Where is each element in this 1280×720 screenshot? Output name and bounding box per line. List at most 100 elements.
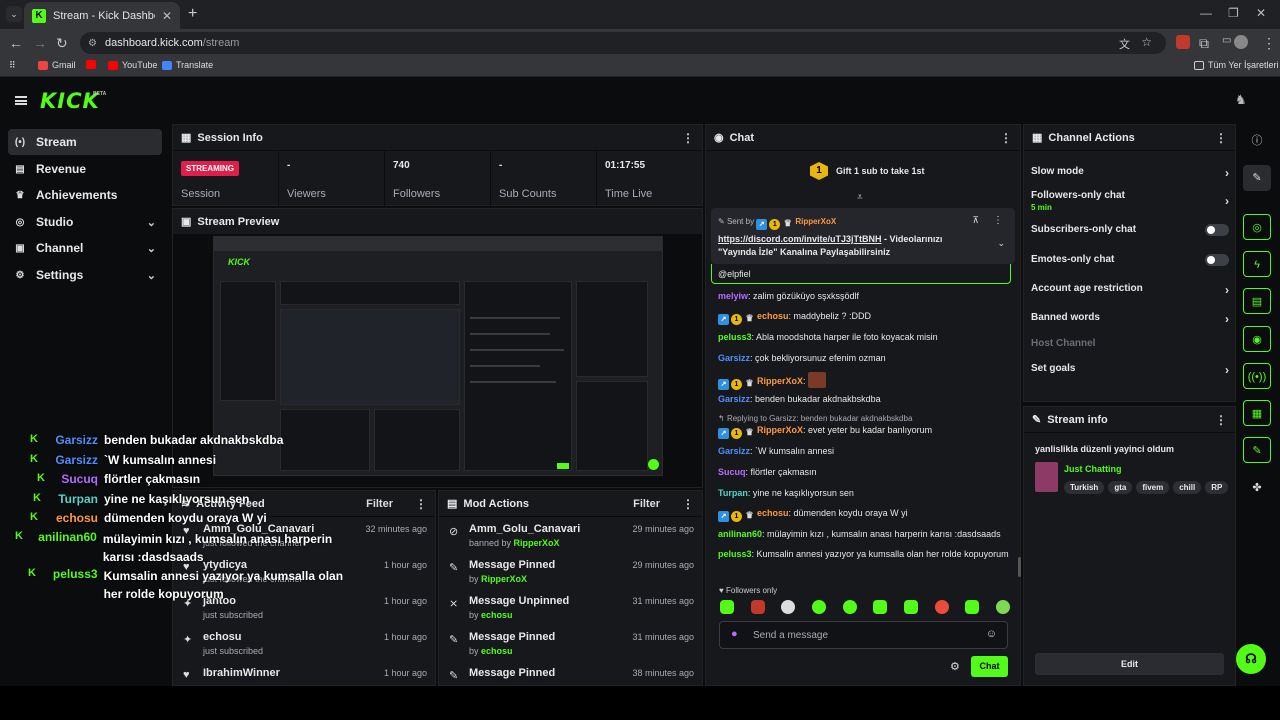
emote-icon[interactable] bbox=[965, 600, 980, 614]
more-options-icon[interactable]: ⋮ bbox=[682, 497, 694, 511]
sidebar-item-achievements[interactable]: ♛ Achievements bbox=[8, 182, 162, 208]
activity-row: ♥ IbrahimWinner 1 hour ago bbox=[183, 667, 427, 681]
reload-icon[interactable]: ↻ bbox=[56, 35, 68, 52]
chat-scrollbar[interactable] bbox=[1018, 557, 1021, 577]
expand-pinned-icon[interactable]: ⌄ bbox=[997, 238, 1005, 249]
more-options-icon[interactable]: ⋮ bbox=[993, 215, 1003, 226]
shapes-icon[interactable]: ✤ bbox=[1243, 475, 1271, 501]
category-name[interactable]: Just Chatting bbox=[1064, 464, 1122, 474]
discord-link[interactable]: https://discord.com/invite/uTJ3jTtBNH bbox=[718, 234, 882, 244]
chat-message: Sucuq: flörtler çakmasın bbox=[718, 467, 817, 477]
layout-icon[interactable]: ▦ bbox=[1243, 400, 1271, 426]
emote-icon[interactable] bbox=[811, 600, 826, 614]
pin-icon[interactable]: ⊼ bbox=[972, 215, 979, 226]
close-window-icon[interactable]: ✕ bbox=[1256, 6, 1266, 20]
more-options-icon[interactable]: ⋮ bbox=[415, 497, 427, 511]
profile-avatar[interactable] bbox=[1234, 35, 1248, 49]
more-options-icon[interactable]: ⋮ bbox=[1215, 413, 1227, 427]
document-icon[interactable]: ▤ bbox=[1243, 288, 1271, 314]
close-tab-icon[interactable]: ✕ bbox=[162, 9, 172, 23]
user-avatar-icon[interactable]: ♞ bbox=[1235, 92, 1249, 108]
sidebar-item-settings[interactable]: ⚙ Settings ⌄ bbox=[8, 262, 162, 288]
broadcast-icon[interactable]: ((•)) bbox=[1243, 363, 1271, 389]
maximize-icon[interactable]: ❐ bbox=[1228, 6, 1239, 20]
ban-icon: ⊘ bbox=[449, 526, 459, 538]
wrench-icon[interactable]: ✎ bbox=[1243, 437, 1271, 463]
adblock-extension-icon[interactable] bbox=[1176, 35, 1190, 49]
more-options-icon[interactable]: ⋮ bbox=[1215, 131, 1227, 145]
more-options-icon[interactable]: ⋮ bbox=[682, 131, 694, 145]
preview-line bbox=[470, 333, 550, 335]
collapse-pinned-icon[interactable]: ⩡ bbox=[857, 192, 863, 203]
edit-stream-info-button[interactable]: Edit bbox=[1035, 653, 1224, 675]
back-icon[interactable]: ← bbox=[9, 35, 23, 51]
address-bar[interactable]: ⚙ dashboard.kick.com/stream 文 ☆ bbox=[80, 32, 1166, 54]
edit-layout-icon[interactable]: ✎ bbox=[1243, 165, 1271, 191]
followers-only-row[interactable]: Followers-only chat 5 min › bbox=[1031, 190, 1229, 212]
menu-icon[interactable] bbox=[15, 96, 27, 105]
bookmark-star-icon[interactable]: ☆ bbox=[1141, 35, 1152, 49]
mod-row: ✎ Message Pinned 38 minutes ago bbox=[449, 667, 694, 682]
set-goals-row[interactable]: Set goals › bbox=[1031, 363, 1229, 377]
info-icon[interactable]: ⓘ bbox=[1243, 128, 1271, 154]
emote-icon[interactable] bbox=[720, 600, 734, 614]
bookmark-youtube-label[interactable]: YouTube bbox=[108, 60, 157, 70]
emotes-only-toggle[interactable] bbox=[1205, 254, 1229, 266]
emoji-icon[interactable]: ☺ bbox=[986, 628, 997, 640]
gift-sub-cta[interactable]: Gift 1 sub to take 1st bbox=[836, 166, 925, 176]
minimize-icon[interactable]: — bbox=[1200, 6, 1212, 20]
bookmark-gmail[interactable]: Gmail bbox=[38, 60, 76, 70]
emote-icon[interactable] bbox=[750, 600, 765, 614]
preview-session bbox=[280, 281, 460, 305]
target-icon[interactable]: ◎ bbox=[1243, 214, 1271, 240]
chevron-down-icon: ⌄ bbox=[146, 242, 156, 255]
chat-settings-icon[interactable]: ⚙ bbox=[950, 660, 960, 673]
other-bookmarks[interactable]: Tüm Yer İşaretleri bbox=[1194, 60, 1279, 70]
reply-icon: ↰ bbox=[718, 414, 727, 423]
chat-icon[interactable]: ◉ bbox=[1243, 326, 1271, 352]
emote-icon[interactable] bbox=[903, 600, 918, 614]
account-age-row[interactable]: Account age restriction › bbox=[1031, 283, 1229, 297]
translate-icon[interactable]: 文 bbox=[1119, 36, 1130, 52]
emote-icon[interactable] bbox=[873, 600, 888, 614]
beta-label: BETA bbox=[93, 91, 107, 97]
send-chat-button[interactable]: Chat bbox=[971, 656, 1008, 677]
filter-button[interactable]: Filter bbox=[366, 498, 393, 510]
emote-icon[interactable] bbox=[781, 600, 796, 614]
sidebar-item-studio[interactable]: ◎ Studio ⌄ bbox=[8, 209, 162, 235]
banned-words-row[interactable]: Banned words › bbox=[1031, 312, 1229, 326]
forward-icon[interactable]: → bbox=[33, 35, 47, 51]
kick-icon: K bbox=[37, 472, 45, 484]
sidebar-item-channel[interactable]: ▣ Channel ⌄ bbox=[8, 235, 162, 261]
browser-tab[interactable]: K Stream - Kick Dashboard ✕ bbox=[24, 2, 180, 29]
help-chat-icon[interactable]: ☊ bbox=[1236, 644, 1266, 674]
apps-icon[interactable]: ⠿ bbox=[9, 60, 16, 71]
subscribers-only-toggle[interactable] bbox=[1205, 224, 1229, 236]
sidebar-toggle-icon[interactable]: ▭ bbox=[1222, 35, 1231, 46]
chat-message: anilinan60: mülayimin kızı , kumsalın an… bbox=[718, 529, 1001, 539]
emote-icon[interactable] bbox=[934, 600, 949, 614]
slow-mode-row[interactable]: Slow mode › bbox=[1031, 166, 1229, 180]
pinned-text: https://discord.com/invite/uTJ3jTtBNH - … bbox=[718, 234, 943, 257]
preview-nested-stream bbox=[280, 309, 460, 405]
star-icon: ✦ bbox=[183, 634, 193, 646]
emote-icon[interactable] bbox=[842, 600, 857, 614]
site-info-icon[interactable]: ⚙ bbox=[88, 38, 97, 49]
tab-search-icon[interactable]: ⌄ bbox=[6, 6, 22, 22]
bookmark-youtube[interactable] bbox=[86, 60, 96, 69]
microphone-icon[interactable]: ● bbox=[731, 628, 738, 640]
new-tab-icon[interactable]: + bbox=[188, 5, 197, 23]
chat-input[interactable]: ● Send a message ☺ bbox=[719, 621, 1008, 649]
pinned-sender: ✎ Sent by ↗ 1 ♛ RipperXoX bbox=[718, 217, 837, 230]
kick-logo[interactable]: KICK bbox=[40, 89, 100, 113]
lightning-icon[interactable]: ϟ bbox=[1243, 251, 1271, 277]
extensions-icon[interactable]: ⧉ bbox=[1199, 35, 1209, 52]
more-options-icon[interactable]: ⋮ bbox=[1000, 131, 1012, 145]
revenue-icon: ▤ bbox=[15, 163, 25, 175]
sidebar-item-stream[interactable]: (•) Stream bbox=[8, 129, 162, 155]
sidebar-item-revenue[interactable]: ▤ Revenue bbox=[8, 156, 162, 182]
bookmark-translate[interactable]: Translate bbox=[162, 60, 213, 70]
browser-menu-icon[interactable]: ⋮ bbox=[1262, 35, 1276, 52]
filter-button[interactable]: Filter bbox=[633, 498, 660, 510]
emote-icon[interactable] bbox=[995, 600, 1010, 614]
